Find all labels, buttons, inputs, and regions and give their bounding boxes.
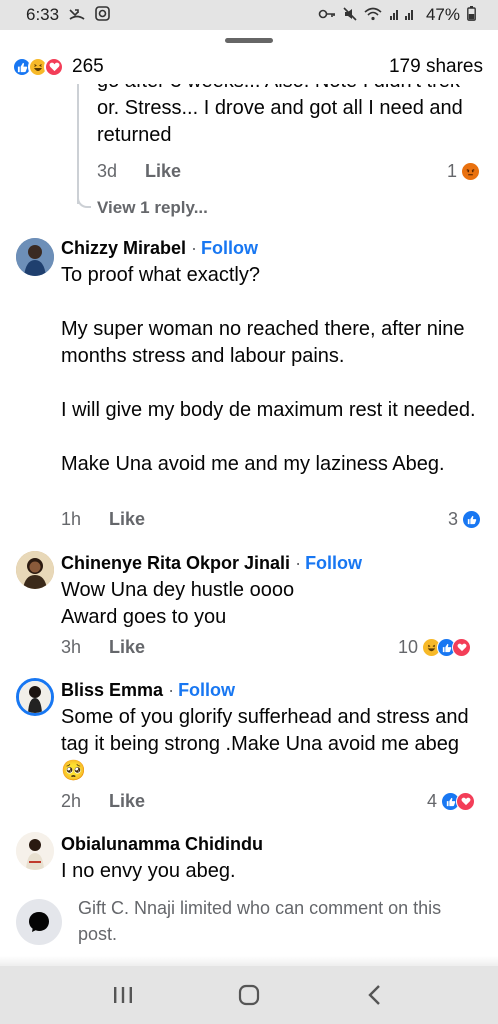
reaction-icons: [422, 638, 472, 657]
reaction-count-value: 3: [448, 509, 459, 529]
comment-line: Award goes to you: [61, 606, 227, 628]
comment-author-name[interactable]: Chinenye Rita Okpor Jinali: [61, 553, 290, 573]
reaction-count-value: 4: [427, 791, 438, 811]
bottom-fade: [0, 956, 498, 966]
comment-reaction-count[interactable]: 3: [448, 509, 482, 530]
reactions-count: 265: [72, 56, 104, 77]
avatar[interactable]: [16, 832, 54, 870]
comment-line: I no envy you abeg.: [61, 860, 236, 882]
thread-line: [77, 84, 79, 204]
reply-meta: 3d Like: [97, 161, 181, 182]
clock: 6:33: [26, 5, 60, 24]
missed-call-icon: [69, 7, 85, 24]
comment-author-name[interactable]: Obialunamma Chidindu: [61, 834, 263, 854]
notice-author[interactable]: Gift C. Nnaji: [78, 898, 175, 918]
comment-line: Some of you glorify sufferhead and stres…: [61, 706, 469, 782]
comment-author-line: Chinenye Rita Okpor Jinali · Follow: [61, 553, 362, 574]
signal-icon: [389, 7, 419, 24]
like-reaction-icon: [462, 510, 482, 529]
notice-text: Gift C. Nnaji limited who can comment on…: [78, 895, 478, 947]
comment-body: Some of you glorify sufferhead and stres…: [61, 704, 476, 785]
reply-reaction-count[interactable]: 1: [447, 161, 481, 182]
like-button[interactable]: Like: [109, 637, 145, 658]
comment-line: I will give my body de maximum rest it n…: [61, 399, 476, 421]
comment-line: Wow Una dey hustle oooo: [61, 579, 295, 601]
comment-meta: 2h Like: [61, 791, 145, 812]
recent-apps-icon[interactable]: [103, 975, 143, 1015]
reply-like-button[interactable]: Like: [145, 161, 181, 182]
system-nav-bar: [0, 966, 498, 1024]
love-reaction-icon: [456, 792, 476, 811]
chat-bubble-icon: [16, 899, 62, 945]
avatar[interactable]: [16, 238, 54, 276]
follow-button[interactable]: Follow: [305, 553, 362, 573]
comment-meta: 1h Like: [61, 509, 145, 530]
comments-list: go after 3 weeks... Also. Note I didn't …: [0, 84, 498, 966]
comment-blank-line: [61, 424, 481, 451]
comment-author-line: Bliss Emma · Follow: [61, 680, 235, 701]
comment-meta: 3h Like: [61, 637, 145, 658]
battery-icon: [467, 6, 476, 24]
reaction-icons: [12, 57, 64, 77]
view-replies-link[interactable]: View 1 reply...: [97, 198, 208, 218]
reaction-count-value: 1: [447, 161, 458, 181]
comment-line: Make Una avoid me and my laziness Abeg.: [61, 453, 445, 475]
separator-dot: ·: [168, 680, 175, 700]
key-icon: [318, 7, 336, 23]
avatar[interactable]: [16, 551, 54, 589]
comment-restriction-notice: Gift C. Nnaji limited who can comment on…: [0, 887, 498, 966]
separator-dot: ·: [295, 553, 302, 573]
reaction-icons: [441, 792, 476, 811]
status-bar: 6:33 47%: [0, 0, 498, 30]
thread-hook: [77, 194, 91, 208]
comment-body: To proof what exactly? My super woman no…: [61, 262, 481, 478]
home-icon[interactable]: [229, 975, 269, 1015]
comment-reaction-count[interactable]: 4: [427, 791, 476, 812]
comment-time: 2h: [61, 791, 82, 811]
back-icon[interactable]: [355, 975, 395, 1015]
reply-time: 3d: [97, 161, 118, 181]
shares-count[interactable]: 179 shares: [389, 56, 483, 78]
like-button[interactable]: Like: [109, 791, 145, 812]
comment-time: 1h: [61, 509, 82, 529]
comment-line: To proof what exactly?: [61, 264, 260, 286]
wifi-icon: [364, 7, 382, 24]
comment-author-line: Obialunamma Chidindu: [61, 834, 263, 855]
comment-author-name[interactable]: Bliss Emma: [61, 680, 163, 700]
comment-blank-line: [61, 289, 481, 316]
photo-icon: [95, 6, 110, 24]
comment-line: My super woman no reached there, after n…: [61, 318, 465, 367]
drag-handle[interactable]: [225, 38, 273, 43]
comment-time: 3h: [61, 637, 82, 657]
reaction-count-value: 10: [398, 637, 419, 657]
battery-percent: 47%: [425, 5, 460, 24]
comment-body: I no envy you abeg.: [61, 858, 481, 885]
love-reaction-icon: [452, 638, 472, 657]
comment-reaction-count[interactable]: 10: [398, 637, 472, 658]
mute-icon: [343, 6, 357, 24]
follow-button[interactable]: Follow: [178, 680, 235, 700]
comment-blank-line: [61, 370, 481, 397]
angry-reaction-icon: [461, 162, 481, 181]
love-reaction-icon: [44, 57, 64, 77]
separator-dot: ·: [191, 238, 198, 258]
reply-text: go after 3 weeks... Also. Note I didn't …: [97, 84, 463, 146]
reactions-summary[interactable]: 265: [12, 56, 104, 78]
comment-author-name[interactable]: Chizzy Mirabel: [61, 238, 186, 258]
comment-body: Wow Una dey hustle oooo Award goes to yo…: [61, 577, 481, 631]
like-button[interactable]: Like: [109, 509, 145, 530]
reaction-summary-bar: 265 179 shares: [0, 50, 498, 84]
avatar[interactable]: [16, 678, 54, 716]
follow-button[interactable]: Follow: [201, 238, 258, 258]
comment-author-line: Chizzy Mirabel · Follow: [61, 238, 258, 259]
